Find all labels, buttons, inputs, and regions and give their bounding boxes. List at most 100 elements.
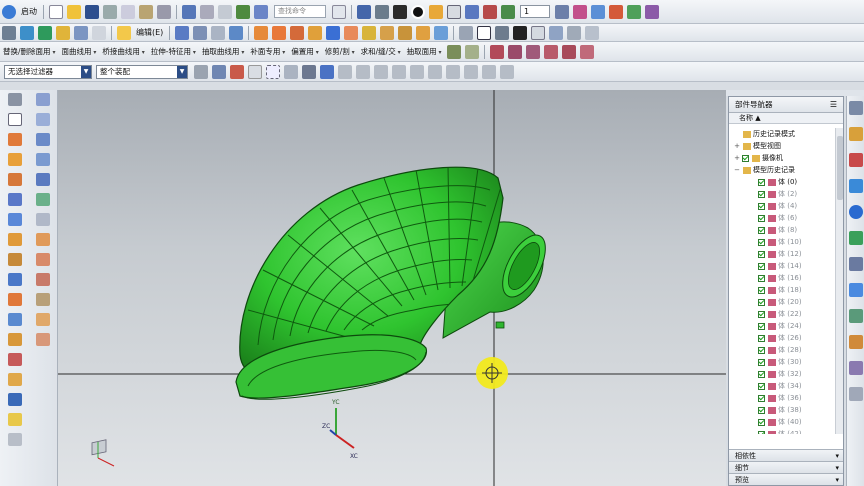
curve-tool-3-icon[interactable] bbox=[525, 44, 540, 59]
visibility-checkbox[interactable] bbox=[742, 154, 749, 162]
tree-row[interactable]: 体 (0) bbox=[729, 176, 837, 188]
tree-row[interactable]: 体 (40) bbox=[729, 416, 837, 428]
section-preview[interactable]: 预览 ▾ bbox=[729, 473, 843, 485]
snap-perp-icon[interactable] bbox=[446, 64, 460, 79]
roles-icon[interactable] bbox=[848, 309, 863, 323]
shape-tool-5-icon[interactable] bbox=[8, 213, 22, 226]
process-studio-icon[interactable] bbox=[848, 283, 863, 297]
wcs-icon[interactable] bbox=[483, 4, 497, 19]
shape-tool-2-icon[interactable] bbox=[8, 153, 22, 166]
tree-row[interactable]: 体 (24) bbox=[729, 320, 837, 332]
tree-row[interactable]: + 摄像机 bbox=[729, 152, 837, 164]
tree-row[interactable]: 体 (28) bbox=[729, 344, 837, 356]
chamfer-icon[interactable] bbox=[362, 25, 377, 40]
tree-row[interactable]: + 模型视图 bbox=[729, 140, 837, 152]
curve-tool-1-icon[interactable] bbox=[489, 44, 504, 59]
repeat-command-icon[interactable] bbox=[218, 4, 232, 19]
draft-icon[interactable] bbox=[398, 25, 413, 40]
text-icon[interactable] bbox=[513, 25, 528, 40]
tree-row[interactable]: 历史记录模式 bbox=[729, 128, 837, 140]
select-lasso-icon[interactable] bbox=[284, 64, 298, 79]
system-scenes-icon[interactable] bbox=[848, 335, 863, 349]
visibility-checkbox[interactable] bbox=[758, 358, 765, 366]
tree-row[interactable]: 体 (42) bbox=[729, 428, 837, 434]
assembly-navigator-icon[interactable] bbox=[848, 101, 863, 115]
system-materials-icon[interactable] bbox=[848, 257, 863, 271]
curve-tool-6-icon[interactable] bbox=[579, 44, 594, 59]
shape-tool-9-icon[interactable] bbox=[8, 293, 22, 306]
tree-row[interactable]: 体 (36) bbox=[729, 392, 837, 404]
snap-mid-icon[interactable] bbox=[320, 64, 334, 79]
surface-tool-11-icon[interactable] bbox=[36, 293, 50, 306]
boss-icon[interactable] bbox=[74, 25, 88, 40]
tree-row[interactable]: − 模型历史记录 bbox=[729, 164, 837, 176]
shaded-view-icon[interactable] bbox=[411, 4, 425, 19]
visibility-checkbox[interactable] bbox=[758, 214, 765, 222]
measure-icon[interactable] bbox=[393, 4, 407, 19]
trim-body-icon[interactable] bbox=[308, 25, 323, 40]
menu-offset[interactable]: 偏置用 bbox=[291, 46, 318, 57]
tree-row[interactable]: 体 (10) bbox=[729, 236, 837, 248]
shape-tool-7-icon[interactable] bbox=[8, 253, 22, 266]
analysis-icon[interactable] bbox=[609, 4, 623, 19]
menu-patch-face[interactable]: 补面专用 bbox=[250, 46, 285, 57]
visibility-checkbox[interactable] bbox=[758, 430, 765, 434]
visibility-checkbox[interactable] bbox=[758, 250, 765, 258]
layer-select[interactable]: 1 bbox=[520, 5, 550, 18]
constraint-navigator-icon[interactable] bbox=[848, 153, 863, 167]
sew-icon[interactable] bbox=[446, 44, 461, 59]
type-filter-select[interactable]: 无选择过滤器 ▼ bbox=[4, 64, 92, 79]
pocket-icon[interactable] bbox=[92, 25, 106, 40]
hole-icon[interactable] bbox=[56, 25, 70, 40]
surface-tool-2-icon[interactable] bbox=[36, 113, 50, 126]
blend-icon[interactable] bbox=[344, 25, 359, 40]
feature-tree[interactable]: 历史记录模式 + 模型视图 + 摄像机 − 模型历史记录体 (0) 体 (2) 体 (4) 体 (… bbox=[729, 128, 837, 434]
split-body-icon[interactable] bbox=[326, 25, 341, 40]
tree-row[interactable]: 体 (26) bbox=[729, 332, 837, 344]
visibility-checkbox[interactable] bbox=[758, 262, 765, 270]
tree-row[interactable]: 体 (22) bbox=[729, 308, 837, 320]
rectangle-icon[interactable] bbox=[477, 25, 492, 40]
fit-view-icon[interactable] bbox=[447, 4, 461, 19]
select-all-icon[interactable] bbox=[230, 64, 244, 79]
intersect-icon[interactable] bbox=[290, 25, 305, 40]
new-file-icon[interactable] bbox=[49, 4, 63, 19]
menu-trim-split[interactable]: 修剪/割 bbox=[325, 46, 355, 57]
select-rect-icon[interactable] bbox=[266, 64, 280, 79]
tree-row[interactable]: 体 (20) bbox=[729, 296, 837, 308]
sketch-tool-icon[interactable] bbox=[8, 93, 22, 106]
extrude-icon[interactable] bbox=[20, 25, 34, 40]
unite-icon[interactable] bbox=[254, 25, 269, 40]
visibility-checkbox[interactable] bbox=[758, 202, 765, 210]
part-navigator[interactable]: 部件导航器 ☰ 名称 ▲ 历史记录模式 + 模型视图 + 摄像机 − 模型历史记录体 (0)… bbox=[728, 96, 844, 486]
surface-tool-1-icon[interactable] bbox=[36, 93, 50, 106]
open-folder-icon[interactable] bbox=[67, 4, 81, 19]
curve-tool-5-icon[interactable] bbox=[561, 44, 576, 59]
grid-view-icon[interactable] bbox=[357, 4, 371, 19]
offset-face-icon[interactable] bbox=[416, 25, 431, 40]
shape-tool-13-icon[interactable] bbox=[8, 373, 22, 386]
snap-icon[interactable] bbox=[501, 4, 515, 19]
shape-tool-12-icon[interactable] bbox=[8, 353, 22, 366]
render-icon[interactable] bbox=[375, 4, 389, 19]
chevron-down-icon[interactable]: ▼ bbox=[81, 65, 91, 78]
redo-icon[interactable] bbox=[200, 4, 214, 19]
snap-point-icon[interactable] bbox=[338, 64, 352, 79]
snap-grid-icon[interactable] bbox=[500, 64, 514, 79]
menu-bridge-curve[interactable]: 桥接曲线用 bbox=[102, 46, 144, 57]
shape-tool-8-icon[interactable] bbox=[8, 273, 22, 286]
copy-icon[interactable] bbox=[121, 4, 135, 19]
surface-tool-3-icon[interactable] bbox=[36, 133, 50, 146]
helix-icon[interactable] bbox=[567, 25, 582, 40]
shape-tool-14-icon[interactable] bbox=[8, 393, 22, 406]
shape-tool-1-icon[interactable] bbox=[8, 133, 22, 146]
tree-row[interactable]: 体 (4) bbox=[729, 200, 837, 212]
shape-tool-11-icon[interactable] bbox=[8, 333, 22, 346]
section-dependencies[interactable]: 相依性 ▾ bbox=[729, 449, 843, 461]
menu-replace-delete-face[interactable]: 替换/删除面用 bbox=[3, 46, 55, 57]
paste-icon[interactable] bbox=[139, 4, 153, 19]
move-layer-icon[interactable] bbox=[573, 4, 587, 19]
snap-end-icon[interactable] bbox=[302, 64, 316, 79]
selection-mode-icon[interactable] bbox=[248, 64, 262, 79]
start-menu-label[interactable]: 启动 bbox=[21, 6, 37, 17]
